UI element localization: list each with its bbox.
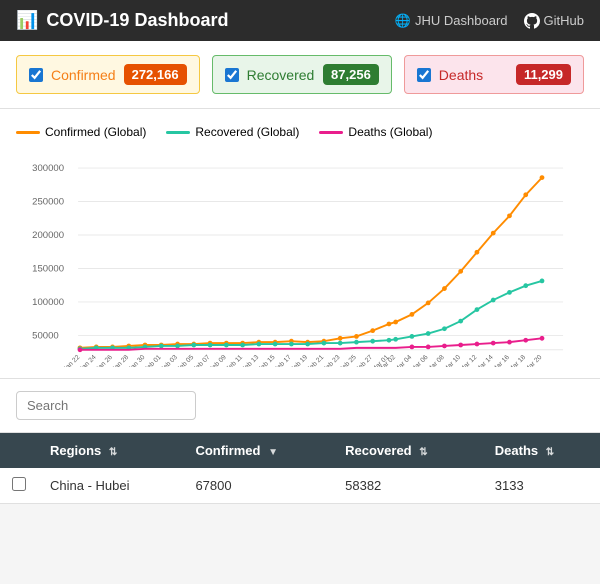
svg-text:Feb 09: Feb 09 [208, 354, 228, 367]
row-0-confirmed: 67800 [183, 468, 333, 504]
confirmed-card: Confirmed 272,166 [16, 55, 200, 94]
app-title: 📊 COVID-19 Dashboard [16, 10, 228, 31]
svg-text:Feb 01: Feb 01 [143, 354, 163, 367]
svg-text:Jan 26: Jan 26 [95, 354, 114, 367]
svg-text:Mar 08: Mar 08 [426, 354, 446, 367]
confirmed-value: 272,166 [124, 64, 187, 85]
chart-icon: 📊 [16, 10, 38, 31]
svg-text:Jan 28: Jan 28 [111, 354, 130, 367]
line-chart: 300000 250000 200000 150000 100000 50000 [16, 147, 584, 367]
row-0-checkbox[interactable] [12, 477, 26, 491]
x-axis-labels: Jan 22 Jan 24 Jan 26 Jan 28 Jan 30 Feb 0… [62, 354, 543, 367]
recovered-value: 87,256 [323, 64, 379, 85]
header-links: 🌐 JHU Dashboard GitHub [395, 13, 584, 29]
svg-text:Jan 22: Jan 22 [62, 354, 81, 367]
github-icon [524, 13, 540, 29]
chart-legend: Confirmed (Global) Recovered (Global) De… [16, 125, 584, 139]
svg-text:300000: 300000 [32, 163, 64, 174]
table-col-recovered[interactable]: Recovered ⇅ [333, 433, 483, 468]
row-checkbox-cell [0, 468, 38, 504]
svg-text:Feb 03: Feb 03 [159, 354, 179, 367]
sort-recovered-icon: ⇅ [419, 447, 427, 458]
github-link[interactable]: GitHub [524, 13, 584, 29]
chart-container: Confirmed (Global) Recovered (Global) De… [0, 109, 600, 379]
row-0-region: China - Hubei [38, 468, 183, 504]
data-table: Regions ⇅ Confirmed ▼ Recovered ⇅ Deaths… [0, 433, 600, 504]
svg-text:Feb 17: Feb 17 [273, 354, 293, 367]
svg-text:Mar 18: Mar 18 [507, 354, 527, 367]
confirmed-line [80, 178, 542, 348]
svg-text:Feb 23: Feb 23 [322, 354, 342, 367]
svg-text:150000: 150000 [32, 263, 64, 274]
svg-text:250000: 250000 [32, 196, 64, 207]
table-col-confirmed[interactable]: Confirmed ▼ [183, 433, 333, 468]
svg-text:200000: 200000 [32, 230, 64, 241]
app-header: 📊 COVID-19 Dashboard 🌐 JHU Dashboard Git… [0, 0, 600, 41]
legend-recovered-line [166, 131, 190, 134]
sort-deaths-icon: ⇅ [546, 447, 554, 458]
svg-text:Jan 24: Jan 24 [79, 354, 98, 367]
svg-text:Mar 12: Mar 12 [459, 354, 479, 367]
svg-text:100000: 100000 [32, 297, 64, 308]
svg-text:Feb 19: Feb 19 [289, 354, 309, 367]
svg-text:Feb 11: Feb 11 [225, 354, 245, 367]
deaths-value: 11,299 [516, 64, 571, 85]
table-header-row: Regions ⇅ Confirmed ▼ Recovered ⇅ Deaths… [0, 433, 600, 468]
legend-deaths: Deaths (Global) [319, 125, 432, 139]
legend-recovered: Recovered (Global) [166, 125, 299, 139]
recovered-card: Recovered 87,256 [212, 55, 392, 94]
row-0-recovered: 58382 [333, 468, 483, 504]
row-0-deaths: 3133 [483, 468, 600, 504]
recovered-dots [78, 279, 545, 352]
recovered-line [80, 281, 542, 349]
globe-icon: 🌐 [395, 13, 411, 29]
search-input[interactable] [16, 391, 196, 420]
recovered-label: Recovered [247, 67, 315, 83]
svg-text:Mar 10: Mar 10 [442, 354, 462, 367]
confirmed-checkbox[interactable] [29, 68, 43, 82]
svg-text:Mar 20: Mar 20 [524, 354, 544, 367]
summary-cards: Confirmed 272,166 Recovered 87,256 Death… [0, 41, 600, 109]
deaths-label: Deaths [439, 67, 483, 83]
svg-text:Feb 27: Feb 27 [354, 354, 374, 367]
svg-text:Mar 14: Mar 14 [475, 354, 495, 367]
svg-text:Feb 13: Feb 13 [241, 354, 261, 367]
sort-confirmed-icon: ▼ [268, 447, 278, 458]
svg-text:Feb 15: Feb 15 [257, 354, 277, 367]
table-container: Regions ⇅ Confirmed ▼ Recovered ⇅ Deaths… [0, 433, 600, 504]
legend-confirmed-label: Confirmed (Global) [45, 125, 146, 139]
legend-confirmed-line [16, 131, 40, 134]
svg-text:Mar 06: Mar 06 [410, 354, 430, 367]
legend-confirmed: Confirmed (Global) [16, 125, 146, 139]
deaths-card: Deaths 11,299 [404, 55, 584, 94]
table-col-checkbox [0, 433, 38, 468]
recovered-checkbox[interactable] [225, 68, 239, 82]
svg-text:Jan 30: Jan 30 [127, 354, 146, 367]
table-col-deaths[interactable]: Deaths ⇅ [483, 433, 600, 468]
chart-area: 300000 250000 200000 150000 100000 50000 [16, 147, 584, 370]
svg-text:Feb 05: Feb 05 [176, 354, 196, 367]
legend-recovered-label: Recovered (Global) [195, 125, 299, 139]
confirmed-label: Confirmed [51, 67, 116, 83]
legend-deaths-label: Deaths (Global) [348, 125, 432, 139]
svg-text:Feb 21: Feb 21 [306, 354, 326, 367]
sort-regions-icon: ⇅ [109, 447, 117, 458]
deaths-checkbox[interactable] [417, 68, 431, 82]
jhu-dashboard-link[interactable]: 🌐 JHU Dashboard [395, 13, 508, 29]
table-col-regions[interactable]: Regions ⇅ [38, 433, 183, 468]
svg-text:Mar 04: Mar 04 [394, 354, 414, 367]
search-area [0, 379, 600, 433]
svg-text:50000: 50000 [32, 330, 59, 341]
table-row: China - Hubei 67800 58382 3133 [0, 468, 600, 504]
svg-text:Feb 07: Feb 07 [192, 354, 212, 367]
svg-text:Mar 16: Mar 16 [491, 354, 511, 367]
legend-deaths-line [319, 131, 343, 134]
svg-text:Feb 25: Feb 25 [338, 354, 358, 367]
